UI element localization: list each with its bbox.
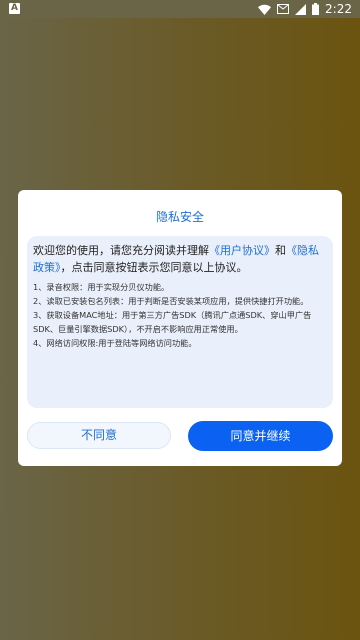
wifi-icon <box>258 4 272 15</box>
permission-item-mac-address: 3、获取设备MAC地址：用于第三方广告SDK（腾讯广点通SDK、穿山甲广告SDK… <box>33 310 312 334</box>
mail-icon <box>277 4 290 14</box>
permission-item-record-audio: 1、录音权限：用于实现分贝仪功能。 <box>33 282 170 292</box>
intro-suffix: ，点击同意按钮表示您同意以上协议。 <box>60 261 248 274</box>
permission-item-network: 4、网络访问权限:用于登陆等网络访问功能。 <box>33 338 197 348</box>
disagree-button[interactable]: 不同意 <box>27 422 171 449</box>
status-icons: 2:22 <box>258 1 352 17</box>
intro-prefix: 欢迎您的使用，请您充分阅读并理解 <box>33 244 209 257</box>
dialog-title: 隐私安全 <box>155 210 204 224</box>
agreement-content[interactable]: 欢迎您的使用，请您充分阅读并理解《用户协议》和《隐私政策》，点击同意按钮表示您同… <box>27 236 333 408</box>
user-agreement-link[interactable]: 《用户协议》 <box>209 244 275 257</box>
status-bar: A 2:22 <box>0 0 360 18</box>
battery-icon <box>312 3 320 15</box>
status-time: 2:22 <box>325 2 352 16</box>
app-notification-icon: A <box>9 3 20 14</box>
privacy-dialog: 隐私安全 欢迎您的使用，请您充分阅读并理解《用户协议》和《隐私政策》，点击同意按… <box>18 190 342 466</box>
intro-text: 欢迎您的使用，请您充分阅读并理解《用户协议》和《隐私政策》，点击同意按钮表示您同… <box>33 242 328 276</box>
signal-icon <box>295 3 307 15</box>
permission-item-package-list: 2、读取已安装包名列表：用于判断是否安装某项应用，提供快捷打开功能。 <box>33 296 309 306</box>
intro-and: 和 <box>275 244 286 257</box>
agree-continue-button[interactable]: 同意并继续 <box>188 421 333 451</box>
